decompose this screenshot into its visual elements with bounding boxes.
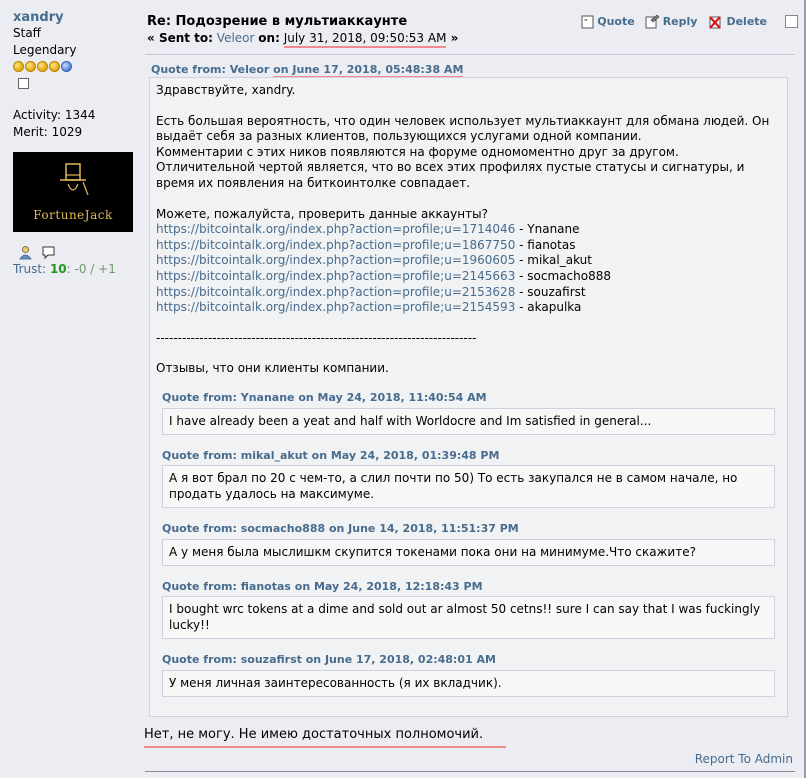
- inner-quote-header-link[interactable]: Quote from: souzafirst on June 17, 2018,…: [162, 653, 496, 666]
- poster-activity: Activity: 1344: [13, 108, 96, 122]
- top-hat-icon: [60, 163, 89, 196]
- inner-quote-4: Quote from: fianotas on May 24, 2018, 12…: [156, 579, 781, 640]
- reply-text: Нет, не могу. Не имею достаточных полном…: [144, 727, 506, 748]
- list-item: https://bitcointalk.org/index.php?action…: [156, 284, 586, 299]
- quote-icon: ": [581, 15, 594, 28]
- sent-to-label: Sent to:: [158, 31, 213, 45]
- list-item: https://bitcointalk.org/index.php?action…: [156, 237, 576, 252]
- profile-link[interactable]: https://bitcointalk.org/index.php?action…: [156, 269, 515, 283]
- quote-label: Quote: [597, 15, 635, 28]
- profile-link[interactable]: https://bitcointalk.org/index.php?action…: [156, 285, 515, 299]
- inner-quote-header-link[interactable]: Quote from: socmacho888 on June 14, 2018…: [162, 522, 519, 535]
- request-text: Можете, пожалуйста, проверить данные акк…: [156, 206, 488, 221]
- list-item: https://bitcointalk.org/index.php?action…: [156, 300, 582, 315]
- poster-merit: Merit: 1029: [13, 125, 83, 139]
- profile-link[interactable]: https://bitcointalk.org/index.php?action…: [156, 222, 515, 236]
- rank-stars: [13, 61, 138, 72]
- list-item: https://bitcointalk.org/index.php?action…: [156, 253, 592, 268]
- sent-suffix: »: [446, 31, 459, 45]
- list-item: https://bitcointalk.org/index.php?action…: [156, 268, 611, 283]
- poster-info: xandry Staff Legendary Activity: 1344 Me…: [13, 10, 138, 276]
- delete-button[interactable]: Delete: [707, 14, 767, 29]
- avatar: FortuneJack: [13, 152, 133, 232]
- rank-star-icon: [37, 61, 48, 72]
- offline-status-icon: [18, 78, 29, 89]
- greeting-text: Здравствуйте, xandry.: [156, 83, 296, 97]
- trust-score: Trust: 10: -0 / +1: [13, 262, 138, 276]
- inner-quote-header-link[interactable]: Quote from: Ynanane on May 24, 2018, 11:…: [162, 391, 487, 404]
- inner-quote-3: Quote from: socmacho888 on June 14, 2018…: [156, 521, 781, 566]
- inner-quote-header-link[interactable]: Quote from: fianotas on May 24, 2018, 12…: [162, 580, 483, 593]
- inner-quote-5: Quote from: souzafirst on June 17, 2018,…: [156, 652, 781, 697]
- inner-quote-text: А я вот брал по 20 с чем-то, а слил почт…: [162, 465, 775, 509]
- rank-star-icon: [49, 61, 60, 72]
- dashed-divider: ----------------------------------------…: [156, 330, 477, 345]
- paragraph-2: Комментарии с этих ников появляются на ф…: [156, 144, 745, 190]
- reply-label: Reply: [662, 15, 698, 28]
- reply-icon: [645, 14, 660, 29]
- recipient-link[interactable]: Veleor: [217, 31, 255, 45]
- sent-line: « Sent to: Veleor on: July 31, 2018, 09:…: [147, 31, 797, 48]
- sent-prefix: «: [147, 31, 159, 45]
- profile-links-list: https://bitcointalk.org/index.php?action…: [156, 222, 781, 316]
- inner-quote-text: I have already been a yeat and half with…: [162, 407, 775, 435]
- footer-divider: [145, 771, 795, 772]
- poster-role: Staff: [13, 26, 41, 40]
- header-divider: [145, 54, 795, 55]
- delete-label: Delete: [726, 15, 767, 28]
- trust-score-rest: : -0 / +1: [66, 262, 116, 276]
- profile-link[interactable]: https://bitcointalk.org/index.php?action…: [156, 238, 515, 252]
- reviews-intro: Отзывы, что они клиенты компании.: [156, 361, 389, 376]
- trust-score-value: 10: [49, 262, 67, 276]
- paragraph-1: Есть большая вероятность, что один челов…: [156, 113, 770, 144]
- reply-button[interactable]: Reply: [645, 14, 698, 29]
- report-to-admin-link[interactable]: Report To Admin: [695, 752, 793, 766]
- poster-name-link[interactable]: xandry: [13, 10, 138, 25]
- profile-icon[interactable]: [18, 245, 33, 260]
- inner-quote-text: У меня личная заинтересованность (я их в…: [162, 669, 775, 697]
- profile-link[interactable]: https://bitcointalk.org/index.php?action…: [156, 300, 515, 314]
- inner-quote-2: Quote from: mikal_akut on May 24, 2018, …: [156, 448, 781, 509]
- sent-date: July 31, 2018, 09:50:53 AM: [283, 31, 447, 48]
- quote-button[interactable]: " Quote: [581, 15, 635, 29]
- outer-quote-header-link[interactable]: Quote from: Veleor: [151, 63, 273, 76]
- trust-label[interactable]: Trust:: [13, 262, 46, 276]
- inner-quote-1: Quote from: Ynanane on May 24, 2018, 11:…: [156, 390, 781, 435]
- rank-star-icon: [13, 61, 24, 72]
- poster-rank: Legendary: [13, 43, 77, 57]
- rank-star-blue-icon: [61, 61, 72, 72]
- inner-quote-text: I bought wrc tokens at a dime and sold o…: [162, 596, 775, 640]
- outer-quote-header: Quote from: Veleor on June 17, 2018, 05:…: [151, 63, 464, 78]
- delete-icon: [709, 16, 722, 29]
- post-actions: " Quote Reply Delete: [581, 14, 798, 29]
- personal-message-icon[interactable]: [41, 245, 56, 260]
- svg-text:": ": [584, 18, 588, 26]
- inner-quote-text: А у меня была мыслишкм скупится токенами…: [162, 538, 775, 566]
- profile-link[interactable]: https://bitcointalk.org/index.php?action…: [156, 253, 515, 267]
- avatar-brand-text: FortuneJack: [33, 208, 113, 222]
- select-post-checkbox[interactable]: [785, 15, 798, 28]
- outer-quote-date[interactable]: on June 17, 2018, 05:48:38 AM: [273, 63, 464, 78]
- list-item: https://bitcointalk.org/index.php?action…: [156, 222, 580, 237]
- rank-star-icon: [25, 61, 36, 72]
- outer-quote-body: Здравствуйте, xandry. Есть большая вероя…: [149, 77, 788, 717]
- on-label: on:: [258, 31, 280, 45]
- inner-quote-header-link[interactable]: Quote from: mikal_akut on May 24, 2018, …: [162, 449, 499, 462]
